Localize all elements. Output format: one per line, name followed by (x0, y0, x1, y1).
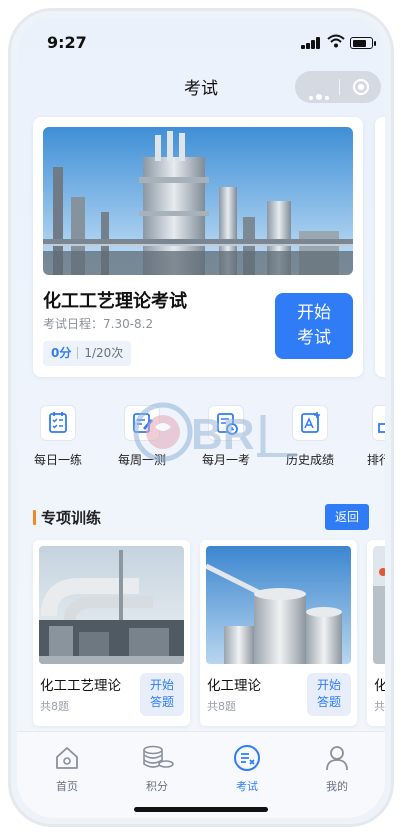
shortcut-weekly[interactable]: 每周一测 (107, 405, 177, 468)
start-exam-label-1: 开始 (297, 303, 331, 323)
exam-card[interactable]: 化 考 0 (375, 117, 385, 377)
training-cover-image (373, 546, 385, 664)
shortcut-history[interactable]: 历史成绩 (275, 405, 345, 468)
start-answer-label-2: 答题 (149, 695, 174, 709)
coins-icon (143, 745, 174, 768)
more-icon[interactable] (309, 85, 332, 104)
tab-label: 我的 (326, 780, 348, 793)
miniprogram-capsule[interactable] (295, 71, 381, 103)
section-title: 专项训练 (33, 507, 101, 528)
shortcut-label: 每月一考 (201, 453, 250, 467)
back-button[interactable]: 返回 (325, 504, 369, 530)
training-card[interactable]: 化工理论 共8题 开始 答题 (200, 540, 357, 726)
wifi-icon (327, 34, 345, 48)
capsule-divider (339, 79, 340, 95)
battery-icon (350, 37, 376, 49)
signal-icon (301, 37, 321, 49)
tab-home[interactable]: 首页 (37, 744, 97, 794)
tab-label: 积分 (146, 780, 168, 793)
home-icon (56, 747, 78, 769)
start-answer-label-1: 开始 (149, 678, 174, 692)
training-title: 化工工艺理论 (40, 678, 121, 694)
training-card[interactable]: 化工工艺理论 共8题 开始 答题 (33, 540, 190, 726)
training-title: 化工 (374, 674, 385, 694)
start-answer-label-2: 答题 (316, 695, 341, 709)
tab-bar: 首页 积分 考试 我的 (17, 731, 385, 818)
training-count: 共8题 (207, 700, 236, 713)
start-exam-label-2: 考试 (297, 328, 331, 348)
user-icon (326, 746, 348, 771)
training-count: 共8题 (40, 700, 69, 713)
training-card[interactable]: 化工 共8 (367, 540, 385, 726)
start-answer-button[interactable]: 开始 答题 (307, 673, 351, 716)
shortcut-label: 每日一练 (33, 453, 82, 467)
home-indicator (134, 807, 268, 812)
shortcut-monthly[interactable]: 每月一考 (191, 405, 261, 468)
shortcut-ranking[interactable]: 排行 (355, 405, 385, 468)
start-exam-button[interactable]: 开始 考试 (275, 293, 353, 359)
tab-mine[interactable]: 我的 (307, 744, 367, 794)
checklist-icon (40, 405, 76, 441)
stats-divider (77, 347, 79, 359)
training-title: 化工理论 (207, 678, 261, 694)
start-answer-button[interactable]: 开始 答题 (140, 673, 184, 716)
exam-score: 0分 (51, 346, 72, 360)
tab-label: 首页 (56, 780, 78, 793)
status-bar: 9:27 (17, 31, 385, 55)
phone-frame: 9:27 考试 化工工艺理论考试 考试日程：7.30-8.2 0分 1/20次 … (8, 8, 394, 827)
tab-label: 考试 (236, 780, 258, 793)
exam-cover-image (43, 127, 353, 275)
training-count: 共8 (374, 700, 385, 713)
edit-icon (124, 405, 160, 441)
shortcut-daily[interactable]: 每日一练 (23, 405, 93, 468)
status-time: 9:27 (47, 33, 87, 52)
exam-icon (234, 745, 260, 771)
shortcut-label: 历史成绩 (285, 453, 334, 467)
exam-card[interactable]: 化工工艺理论考试 考试日程：7.30-8.2 0分 1/20次 开始 考试 (33, 117, 363, 377)
exam-stats: 0分 1/20次 (43, 341, 132, 366)
shortcut-label: 每周一测 (117, 453, 166, 467)
tab-points[interactable]: 积分 (127, 744, 187, 794)
training-cover-image (39, 546, 184, 664)
document-clock-icon (208, 405, 244, 441)
exam-schedule: 考试日程：7.30-8.2 (43, 317, 154, 331)
tab-exam[interactable]: 考试 (217, 744, 277, 794)
exam-title: 化工工艺理论考试 (43, 291, 187, 312)
shortcut-label: 排行 (367, 453, 385, 467)
training-cover-image (206, 546, 351, 664)
screen: 9:27 考试 化工工艺理论考试 考试日程：7.30-8.2 0分 1/20次 … (17, 17, 385, 818)
close-target-icon[interactable] (353, 79, 369, 95)
podium-icon (372, 405, 385, 441)
start-answer-label-1: 开始 (316, 678, 341, 692)
document-add-icon (292, 405, 328, 441)
exam-attempts: 1/20次 (84, 346, 124, 360)
